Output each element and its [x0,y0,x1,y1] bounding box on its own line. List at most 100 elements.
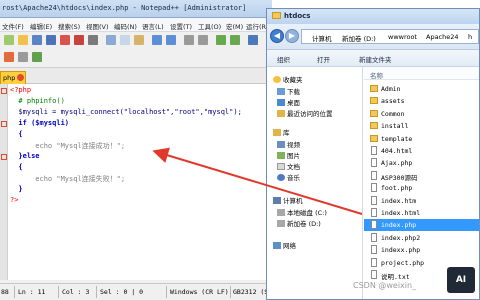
close-icon[interactable] [60,35,70,45]
menu-search[interactable]: 搜索(S) [58,21,80,31]
nav-downloads[interactable]: 下载 [287,86,300,97]
nav-music[interactable]: 音乐 [287,172,300,183]
folder-icon [272,12,281,19]
organize-button[interactable]: 组织 [277,54,290,64]
fold-marker-icon[interactable] [1,88,7,94]
zoom-out-icon[interactable] [230,35,240,45]
open-button[interactable]: 打开 [317,54,330,64]
print-icon[interactable] [88,35,98,45]
file-row[interactable]: Common [364,108,479,120]
file-icon [371,232,377,242]
redo-icon[interactable] [166,35,176,45]
menu-settings[interactable]: 设置(T) [170,21,192,31]
nav-drive-c[interactable]: 本地磁盘 (C:) [287,207,327,218]
file-row[interactable]: indexx.php [364,244,479,256]
close-all-icon[interactable] [74,35,84,45]
drive-icon [277,209,285,216]
code-editor[interactable]: <?php # phpinfo() $mysqli = mysqli_conne… [0,84,272,280]
file-icon [371,270,377,279]
code-line: } [10,185,23,193]
navigation-pane: 收藏夹 下载 桌面 最近访问的位置 库 视频 图片 文档 音乐 计算机 本地磁盘… [267,67,363,299]
menu-language[interactable]: 语言(L) [142,21,164,31]
undo-icon[interactable] [152,35,162,45]
breadcrumb-computer[interactable]: 计算机 [312,33,332,43]
open-file-icon[interactable] [18,35,28,45]
code-line: $mysqli = mysqli_connect("localhost","ro… [10,108,242,116]
nav-drive-d[interactable]: 新加卷 (D:) [287,218,321,229]
code-line: <?php [10,86,32,94]
play-macro-icon[interactable] [32,52,42,62]
save-icon[interactable] [32,35,42,45]
status-line: Ln : 11 [18,288,46,296]
menu-tools[interactable]: 工具(O) [198,21,221,31]
new-folder-button[interactable]: 新建文件夹 [359,54,392,64]
fold-marker-icon[interactable] [1,121,7,127]
breadcrumb-wwwroot[interactable]: wwwroot [388,33,417,41]
paste-icon[interactable] [134,35,144,45]
menu-file[interactable]: 文件(F) [2,21,24,31]
menu-macro[interactable]: 宏(M) [226,21,243,31]
tab-index-php[interactable]: php [0,71,26,84]
nav-libraries[interactable]: 库 [283,127,290,138]
file-name: index.htm [381,196,417,205]
menu-encoding[interactable]: 编码(N) [114,21,137,31]
music-icon [277,174,285,181]
menu-edit[interactable]: 编辑(E) [30,21,52,31]
file-row[interactable]: index.php [364,219,479,232]
status-eol: Windows (CR LF) [170,288,229,296]
explorer-window: htdocs ◀ ▶ 计算机 新加卷 (D:) wwwroot Apache24… [266,8,480,300]
code-line: }else [10,152,40,160]
forward-icon[interactable]: ▶ [285,29,299,43]
address-bar[interactable]: 计算机 新加卷 (D:) wwwroot Apache24 h [301,29,479,44]
nav-documents[interactable]: 文档 [287,161,300,172]
code-line: # phpinfo() [10,97,65,105]
file-row[interactable]: index.php2 [364,232,479,244]
breadcrumb-drive-d[interactable]: 新加卷 (D:) [342,33,376,43]
file-row[interactable]: install [364,120,479,132]
breadcrumb-apache24[interactable]: Apache24 [426,33,459,41]
nav-recent[interactable]: 最近访问的位置 [287,108,333,119]
nav-favorites[interactable]: 收藏夹 [283,74,303,85]
file-row[interactable]: Admin [364,83,479,95]
menu-view[interactable]: 视图(V) [86,21,109,31]
stop-macro-icon[interactable] [18,52,28,62]
copy-icon[interactable] [120,35,130,45]
wrap-icon[interactable] [248,35,258,45]
nav-computer[interactable]: 计算机 [283,195,303,206]
folder-icon [370,85,378,92]
tab-close-icon[interactable] [17,74,24,81]
column-header-label: 名称 [370,72,383,80]
find-icon[interactable] [184,35,194,45]
new-file-icon[interactable] [4,35,14,45]
file-row[interactable]: index.htm [364,195,479,207]
nav-network[interactable]: 网络 [283,240,296,251]
fold-marker-icon[interactable] [1,154,7,160]
file-row[interactable]: foot.php [364,182,479,194]
back-icon[interactable]: ◀ [270,29,284,43]
file-name: assets [381,97,405,106]
file-row[interactable]: template [364,133,479,145]
record-macro-icon[interactable] [4,52,14,62]
nav-videos[interactable]: 视频 [287,139,300,150]
folder-icon [370,122,378,130]
column-header-name[interactable]: 名称 [364,67,479,80]
explorer-title-bar: htdocs [267,9,479,24]
file-icon [371,220,377,230]
file-row[interactable]: ASP300源码 [364,170,479,182]
npp-menu-bar: 文件(F) 编辑(E) 搜索(S) 视图(V) 编码(N) 语言(L) 设置(T… [0,18,272,32]
folder-icon [370,134,378,142]
breadcrumb-htdocs[interactable]: h [468,33,472,41]
code-line: echo "Mysql连接失败！"; [10,175,126,183]
file-name: 404.html [381,147,413,155]
file-row[interactable]: Ajax.php [364,157,479,169]
save-all-icon[interactable] [46,35,56,45]
nav-desktop[interactable]: 桌面 [287,97,300,108]
nav-pictures[interactable]: 图片 [287,150,300,161]
file-row[interactable]: assets [364,95,479,107]
file-name: ASP300源码 [381,173,418,182]
zoom-in-icon[interactable] [216,35,226,45]
file-row[interactable]: index.html [364,207,479,219]
replace-icon[interactable] [198,35,208,45]
cut-icon[interactable] [106,35,116,45]
file-row[interactable]: 404.html [364,145,479,157]
